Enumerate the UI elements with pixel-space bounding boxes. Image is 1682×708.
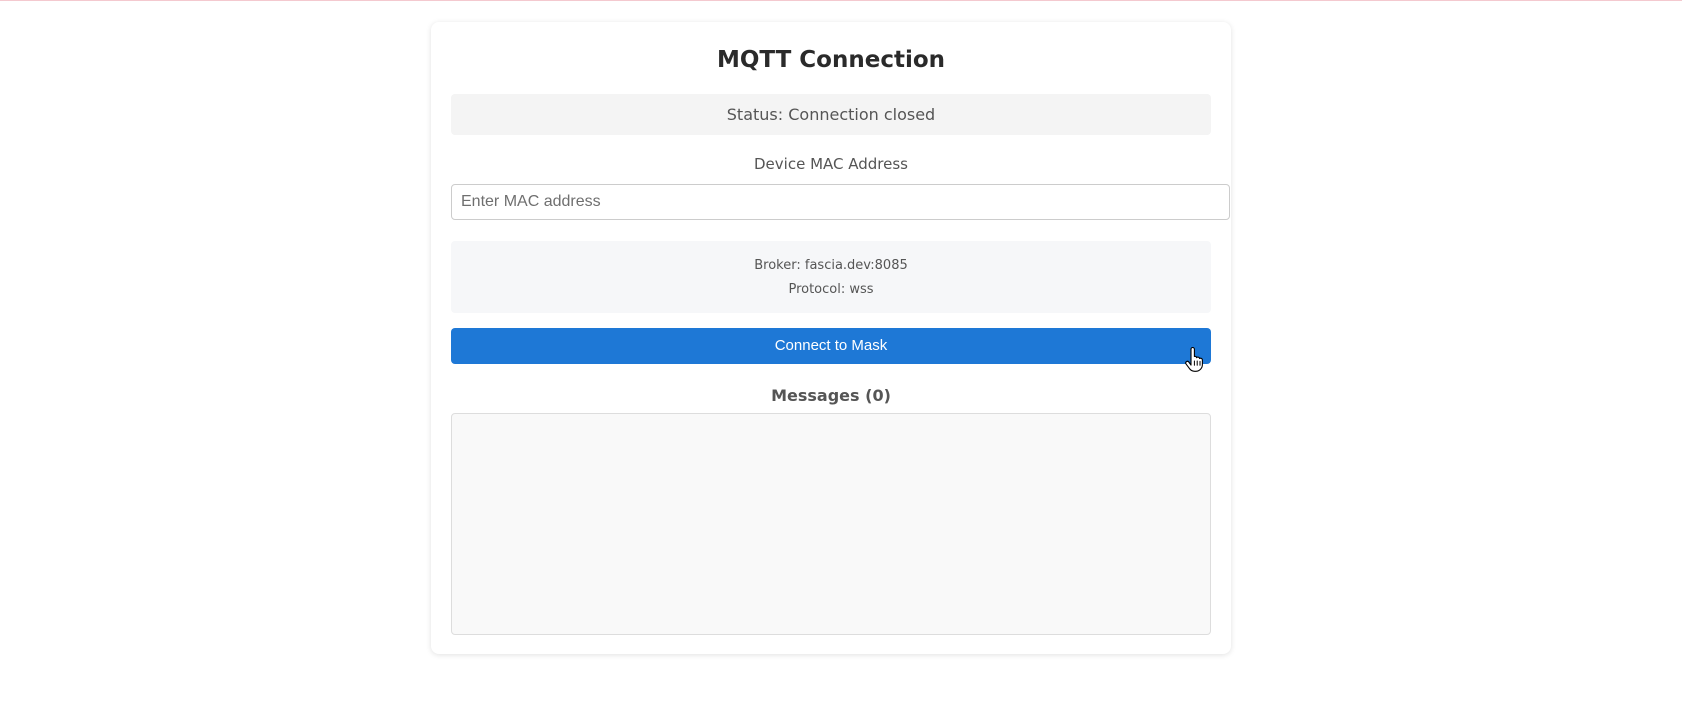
protocol-text: Protocol: wss <box>788 282 874 297</box>
connect-button[interactable]: Connect to Mask <box>451 328 1211 364</box>
status-banner: Status: Connection closed <box>451 94 1211 135</box>
messages-heading: Messages (0) <box>771 386 891 405</box>
messages-log[interactable] <box>451 413 1211 635</box>
broker-address-text: Broker: fascia.dev:8085 <box>754 258 908 273</box>
mqtt-connection-card: MQTT Connection Status: Connection close… <box>431 22 1231 654</box>
mac-address-label: Device MAC Address <box>754 155 908 173</box>
hand-pointer-cursor-icon <box>1185 347 1203 372</box>
top-border-line <box>0 0 1682 1</box>
broker-info-panel: Broker: fascia.dev:8085 Protocol: wss <box>451 241 1211 313</box>
page-title: MQTT Connection <box>716 47 946 73</box>
mac-address-input[interactable] <box>451 184 1230 220</box>
